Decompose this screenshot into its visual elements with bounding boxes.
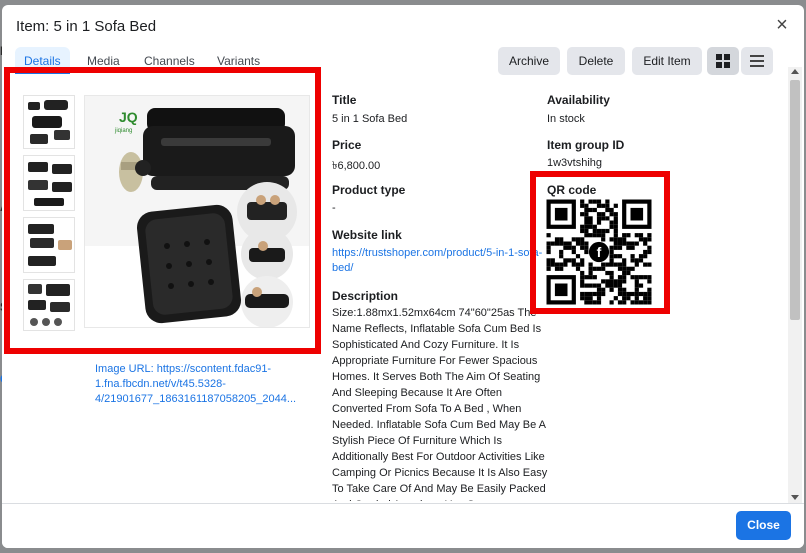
item-group-id-label: Item group ID — [547, 138, 625, 152]
price-label: Price — [332, 138, 362, 152]
highlight-box — [530, 171, 670, 314]
scrollbar-thumb[interactable] — [790, 80, 800, 320]
product-type-label: Product type — [332, 183, 406, 197]
availability-label: Availability — [547, 93, 610, 107]
product-type-value: - — [332, 202, 336, 214]
edit-item-button[interactable]: Edit Item — [632, 47, 702, 75]
scroll-down-icon[interactable] — [791, 495, 799, 500]
list-view-icon[interactable] — [741, 47, 773, 75]
item-group-id-value: 1w3vtshihg — [547, 157, 603, 169]
modal-footer — [2, 503, 804, 548]
close-icon[interactable]: × — [771, 14, 793, 36]
image-url-link[interactable]: Image URL: https://scontent.fdac91-1.fna… — [95, 362, 305, 410]
scrollbar[interactable] — [788, 67, 802, 503]
highlight-box — [4, 67, 321, 354]
image-url-label: Image URL: — [95, 363, 157, 375]
grid-view-icon[interactable] — [707, 47, 739, 75]
title-label: Title — [332, 93, 357, 107]
website-link[interactable]: https://trustshoper.com/product/5-in-1-s… — [332, 246, 547, 276]
title-value: 5 in 1 Sofa Bed — [332, 113, 408, 125]
description-label: Description — [332, 289, 399, 303]
description-text: Size:1.88mx1.52mx64cm 74"60"25as The Nam… — [332, 307, 548, 501]
close-button[interactable]: Close — [736, 511, 791, 540]
website-link-label: Website link — [332, 228, 402, 242]
availability-value: In stock — [547, 113, 585, 125]
price-value: ৳6,800.00 — [332, 160, 381, 172]
delete-button[interactable]: Delete — [567, 47, 625, 75]
modal-title: Item: 5 in 1 Sofa Bed — [16, 18, 157, 35]
scroll-up-icon[interactable] — [791, 69, 799, 74]
archive-button[interactable]: Archive — [498, 47, 560, 75]
